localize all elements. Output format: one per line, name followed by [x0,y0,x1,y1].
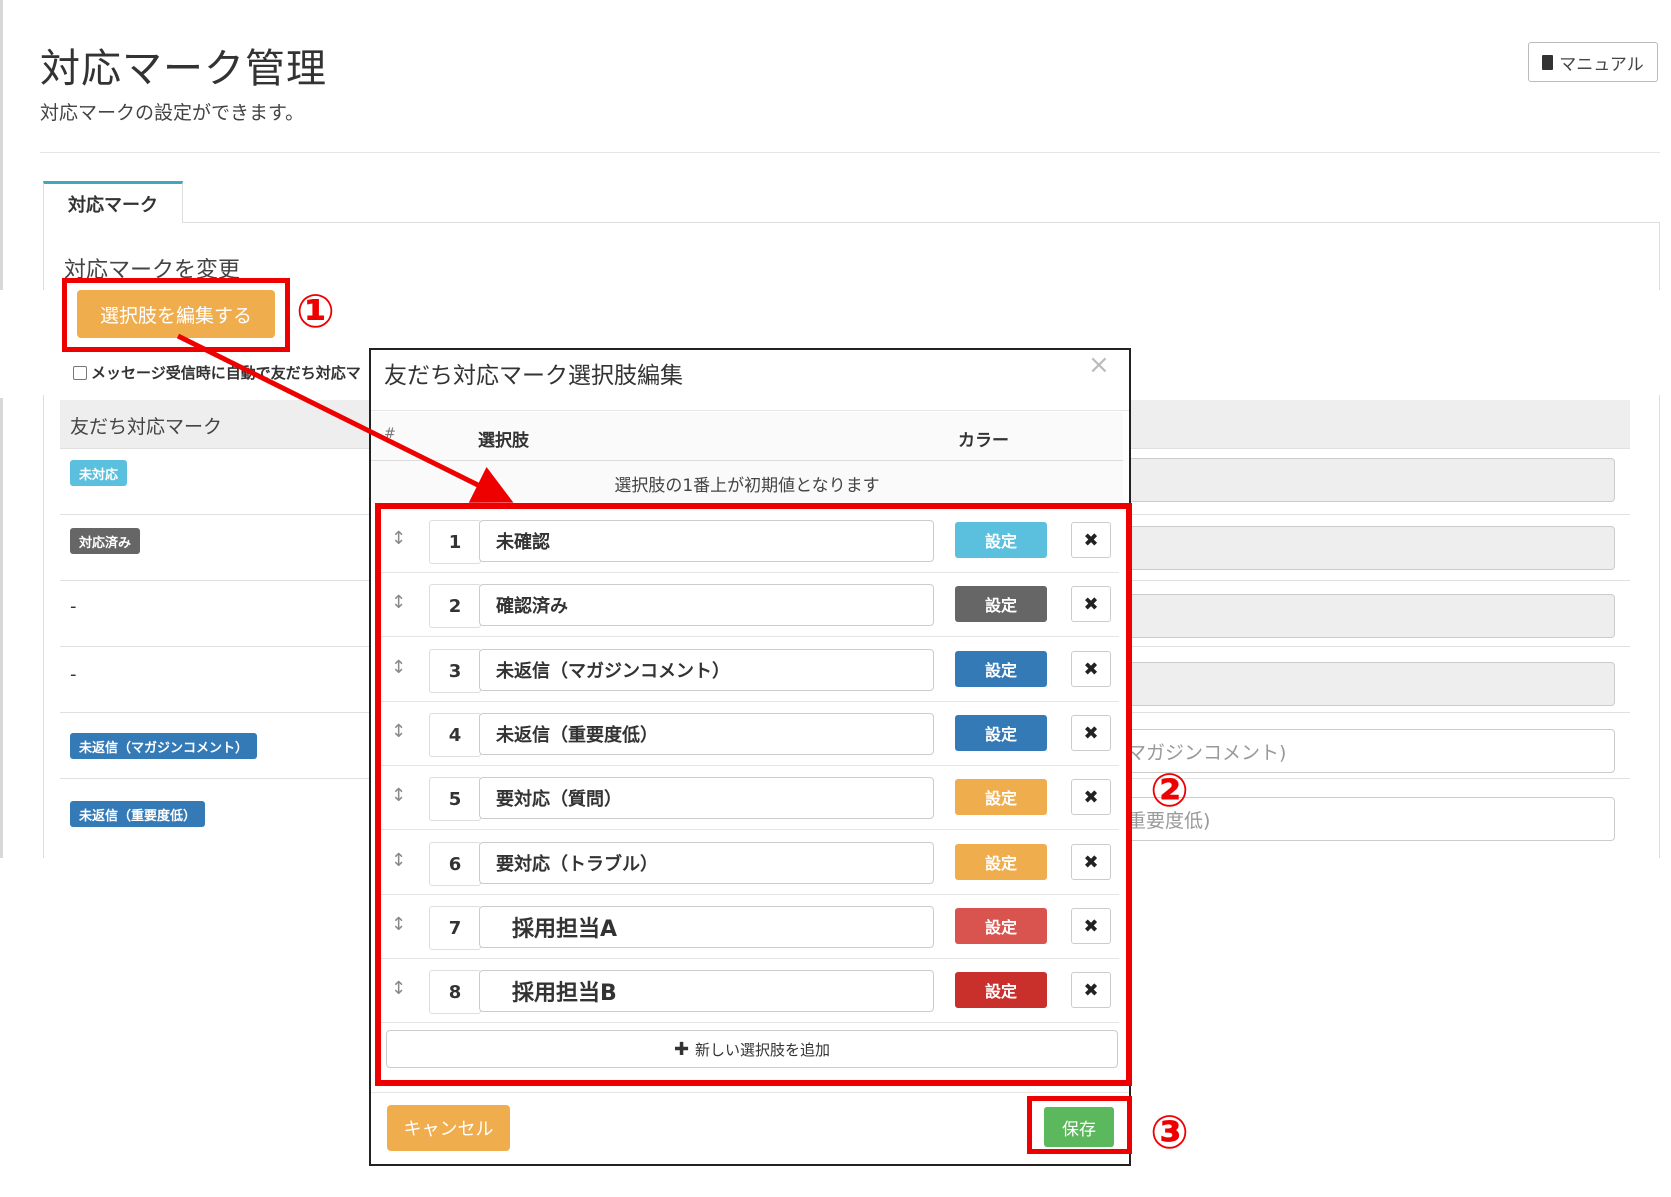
arrow-icon [176,333,514,503]
arrow-overlay [176,333,514,503]
